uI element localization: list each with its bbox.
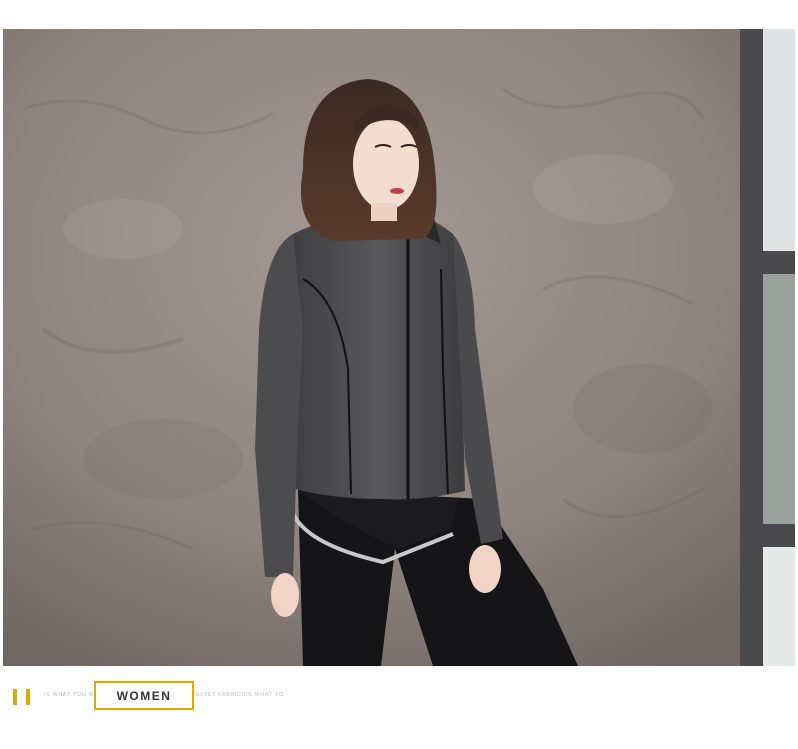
hero-photo [3,29,795,666]
section-title: WOMEN [116,688,172,703]
product-hero-image [3,29,795,666]
section-title-box: WOMEN [94,681,194,710]
window-frame [740,29,795,666]
accent-bars-icon [11,689,33,705]
